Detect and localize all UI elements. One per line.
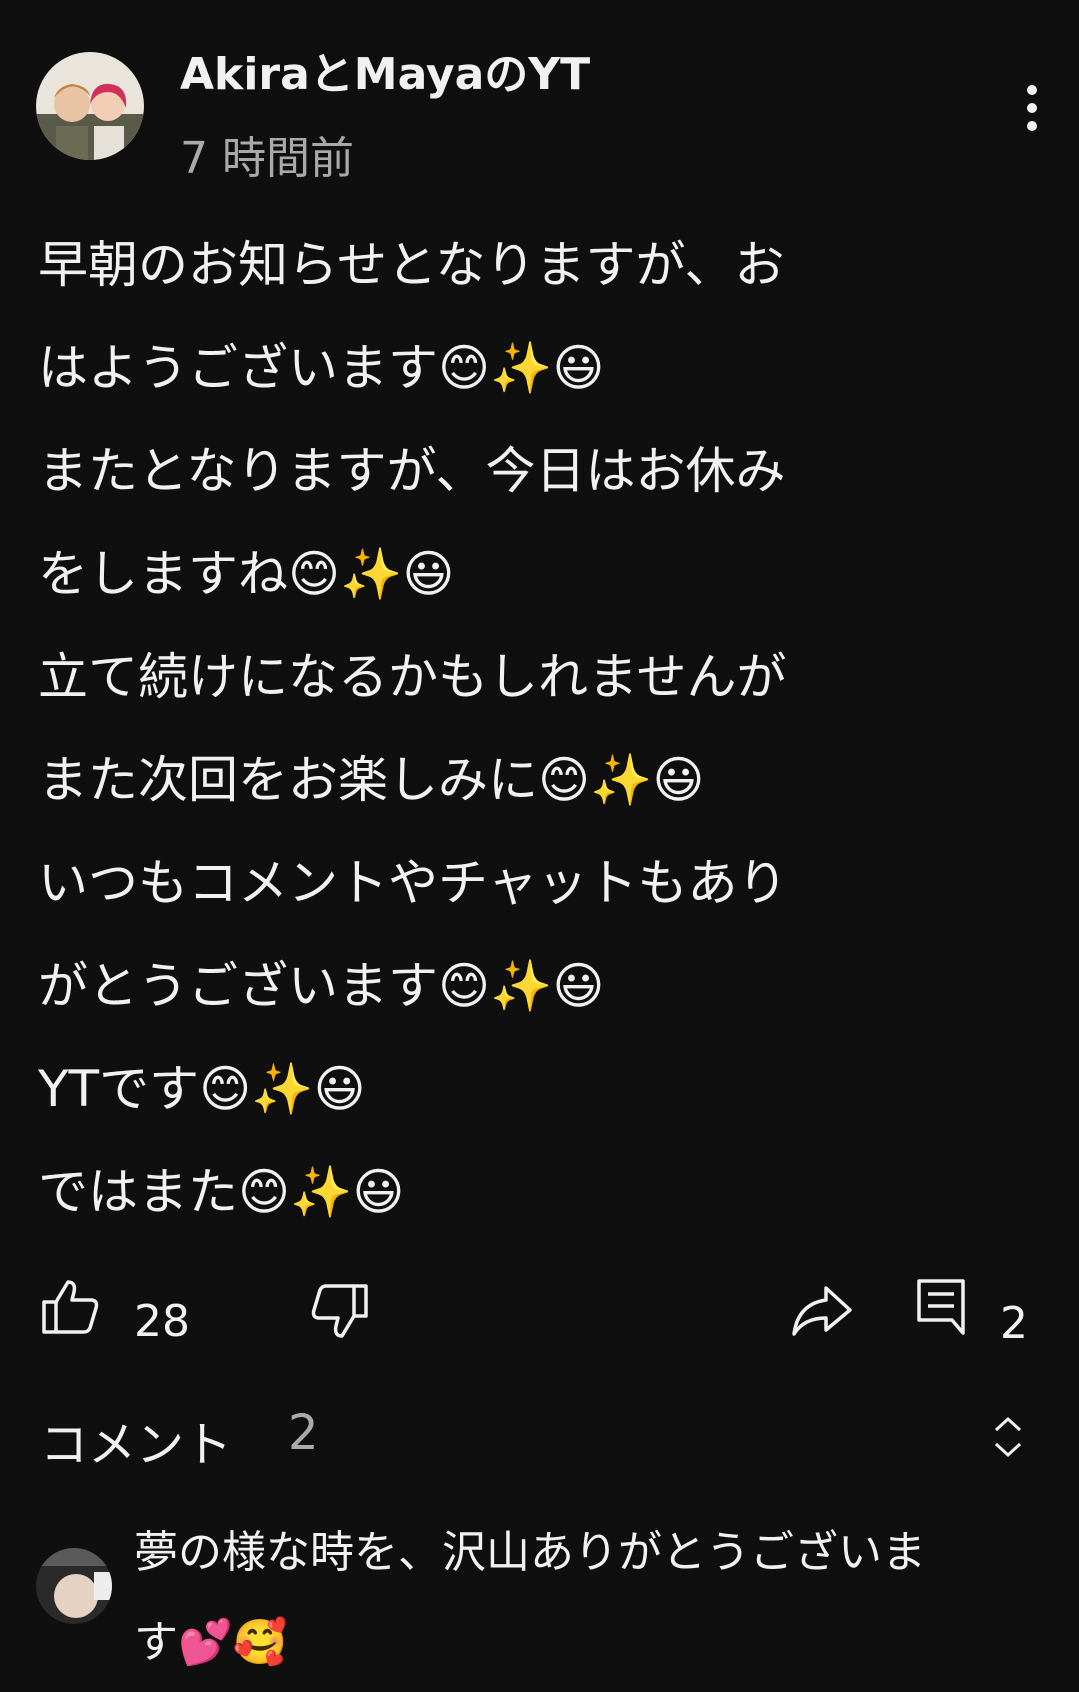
post-line: 立て続けになるかもしれませんが: [38, 648, 787, 706]
post-line: また次回をお楽しみに😊✨😃: [38, 751, 705, 809]
channel-name[interactable]: AkiraとMayaのYT: [180, 38, 590, 102]
avatar-image: [36, 52, 144, 160]
post-line: はようございます😊✨😃: [38, 339, 605, 397]
post-line: ではまた😊✨😃: [38, 1163, 405, 1221]
dislike-button[interactable]: [308, 1280, 370, 1342]
share-icon: [792, 1286, 852, 1336]
comment-text: 夢の様な時を、沢山ありがとうございま す💕🥰: [134, 1508, 1064, 1688]
comments-button[interactable]: [916, 1278, 966, 1336]
share-button[interactable]: [790, 1282, 854, 1338]
comment-line: 夢の様な時を、沢山ありがとうございま: [134, 1527, 926, 1578]
post-body: 早朝のお知らせとなりますが、お はようございます😊✨😃 またとなりますが、今日は…: [38, 214, 1058, 1244]
commenter-avatar[interactable]: [36, 1548, 112, 1624]
more-options-button[interactable]: [1010, 78, 1054, 138]
channel-avatar[interactable]: [36, 52, 144, 160]
comment-icon: [917, 1279, 965, 1335]
more-vert-icon: [1027, 85, 1037, 131]
like-count: 28: [134, 1296, 190, 1347]
post-timestamp: 7 時間前: [180, 133, 354, 184]
post-line: またとなりますが、今日はお休み: [38, 442, 786, 500]
expand-comments-button[interactable]: [990, 1414, 1026, 1460]
thumbs-up-icon: [42, 1280, 99, 1334]
post-line: をしますね😊✨😃: [38, 545, 455, 603]
post-line: YTです😊✨😃: [38, 1060, 366, 1118]
post-line: いつもコメントやチャットもあり: [38, 854, 788, 912]
comments-header-count: 2: [288, 1405, 319, 1461]
comments-header[interactable]: コメント: [40, 1405, 232, 1475]
post-line: 早朝のお知らせとなりますが、お: [38, 236, 785, 294]
comment-count: 2: [1000, 1298, 1028, 1349]
avatar-image: [36, 1548, 112, 1624]
like-button[interactable]: [40, 1276, 102, 1338]
comment-line: す💕🥰: [134, 1617, 288, 1668]
post-line: がとうございます😊✨😃: [38, 957, 605, 1015]
unfold-icon: [994, 1416, 1022, 1458]
thumbs-down-icon: [311, 1284, 368, 1338]
